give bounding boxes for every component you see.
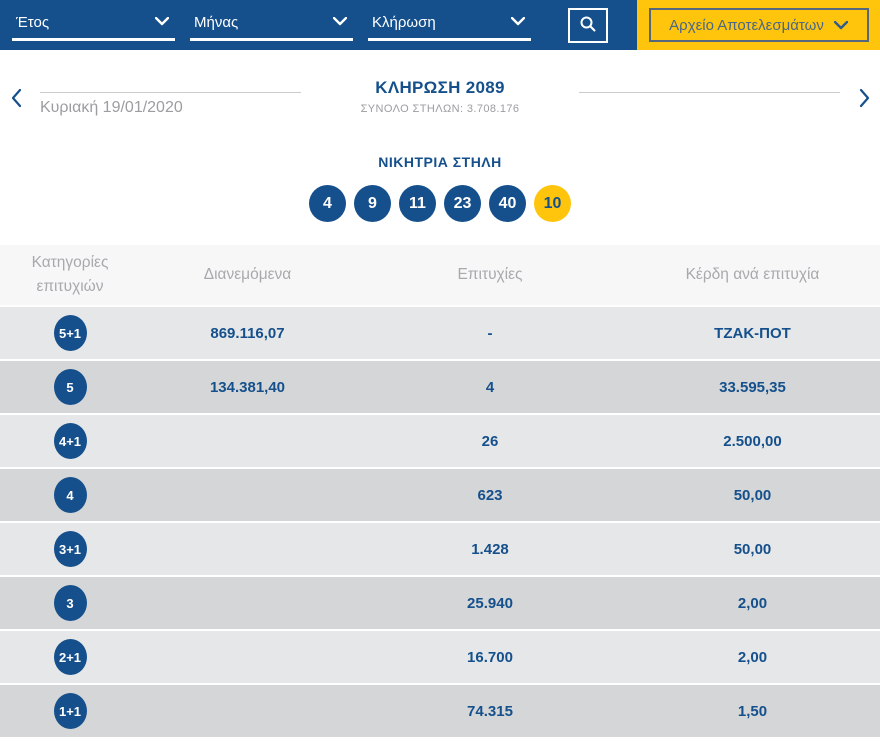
category-badge: 3 [54, 585, 87, 621]
archive-results-label: Αρχείο Αποτελεσμάτων [669, 17, 824, 34]
draw-navigation: Κυριακή 19/01/2020 ΚΛΗΡΩΣΗ 2089 ΣΥΝΟΛΟ Σ… [0, 50, 880, 130]
col-header-distributed: Διανεμόμενα [140, 263, 355, 287]
table-body: 5+1 869.116,07 - ΤΖΑΚ-ΠΟΤ 5 134.381,40 4… [0, 307, 880, 737]
category-cell: 4+1 [0, 423, 140, 459]
chevron-down-icon [155, 13, 169, 31]
winning-number-ball: 9 [354, 185, 391, 222]
prev-draw-area[interactable]: Κυριακή 19/01/2020 [26, 76, 315, 130]
category-cell: 5+1 [0, 315, 140, 351]
winning-column-title: ΝΙΚΗΤΡΙΑ ΣΤΗΛΗ [0, 154, 880, 170]
month-dropdown-label: Μήνας [194, 14, 238, 31]
category-cell: 2+1 [0, 639, 140, 675]
category-badge: 2+1 [54, 639, 87, 675]
topbar-filters: Έτος Μήνας Κλήρωση [0, 0, 637, 50]
category-cell: 5 [0, 369, 140, 405]
draw-dropdown[interactable]: Κλήρωση [368, 8, 531, 41]
col-header-categories: Κατηγορίες επιτυχιών [0, 251, 140, 299]
prize-cell: 2,00 [625, 595, 880, 612]
winners-cell: 1.428 [355, 541, 625, 558]
winners-cell: 25.940 [355, 595, 625, 612]
winners-cell: 16.700 [355, 649, 625, 666]
search-button[interactable] [568, 8, 608, 43]
winning-number-ball: 4 [309, 185, 346, 222]
archive-results-button[interactable]: Αρχείο Αποτελεσμάτων [649, 8, 869, 42]
col-header-winners: Επιτυχίες [355, 263, 625, 287]
winners-cell: 74.315 [355, 703, 625, 720]
distributed-cell: 134.381,40 [140, 379, 355, 396]
next-draw-area[interactable] [565, 76, 854, 130]
prev-draw-chevron-icon[interactable] [6, 76, 26, 130]
category-badge: 5 [54, 369, 87, 405]
winning-numbers: 4911234010 [0, 185, 880, 222]
divider-line [579, 92, 840, 93]
prize-cell: 50,00 [625, 487, 880, 504]
category-badge: 5+1 [54, 315, 87, 351]
divider-line [40, 92, 301, 93]
draw-header: ΚΛΗΡΩΣΗ 2089 ΣΥΝΟΛΟ ΣΤΗΛΩΝ: 3.708.176 [315, 76, 565, 130]
draw-title: ΚΛΗΡΩΣΗ 2089 [315, 78, 565, 98]
table-row: 1+1 74.315 1,50 [0, 685, 880, 737]
winners-cell: 623 [355, 487, 625, 504]
prize-cell: 2.500,00 [625, 433, 880, 450]
winning-number-ball: 40 [489, 185, 526, 222]
topbar: Έτος Μήνας Κλήρωση Αρχείο Αποτελεσμάτων [0, 0, 880, 50]
category-cell: 3+1 [0, 531, 140, 567]
prize-cell: 1,50 [625, 703, 880, 720]
winning-number-ball: 11 [399, 185, 436, 222]
bonus-number-ball: 10 [534, 185, 571, 222]
year-dropdown-label: Έτος [16, 14, 49, 31]
archive-section: Αρχείο Αποτελεσμάτων [637, 0, 880, 50]
chevron-down-icon [511, 13, 525, 31]
category-cell: 3 [0, 585, 140, 621]
results-table: Κατηγορίες επιτυχιών Διανεμόμενα Επιτυχί… [0, 245, 880, 737]
category-badge: 3+1 [54, 531, 87, 567]
chevron-down-icon [834, 17, 848, 34]
table-row: 4 623 50,00 [0, 469, 880, 521]
table-row: 3+1 1.428 50,00 [0, 523, 880, 575]
search-icon [579, 15, 597, 36]
table-row: 3 25.940 2,00 [0, 577, 880, 629]
prize-cell: 33.595,35 [625, 379, 880, 396]
table-row: 5+1 869.116,07 - ΤΖΑΚ-ΠΟΤ [0, 307, 880, 359]
category-badge: 4+1 [54, 423, 87, 459]
category-badge: 4 [54, 477, 87, 513]
table-header-row: Κατηγορίες επιτυχιών Διανεμόμενα Επιτυχί… [0, 245, 880, 305]
distributed-cell: 869.116,07 [140, 325, 355, 342]
winning-number-ball: 23 [444, 185, 481, 222]
chevron-down-icon [333, 13, 347, 31]
category-badge: 1+1 [54, 693, 87, 729]
draw-date: Κυριακή 19/01/2020 [40, 99, 301, 117]
category-cell: 4 [0, 477, 140, 513]
winners-cell: - [355, 325, 625, 342]
month-dropdown[interactable]: Μήνας [190, 8, 353, 41]
table-row: 4+1 26 2.500,00 [0, 415, 880, 467]
category-cell: 1+1 [0, 693, 140, 729]
col-header-prize: Κέρδη ανά επιτυχία [625, 263, 880, 287]
table-row: 5 134.381,40 4 33.595,35 [0, 361, 880, 413]
prize-cell: 2,00 [625, 649, 880, 666]
winners-cell: 4 [355, 379, 625, 396]
prize-cell: 50,00 [625, 541, 880, 558]
next-draw-chevron-icon[interactable] [854, 76, 874, 130]
year-dropdown[interactable]: Έτος [12, 8, 175, 41]
prize-cell: ΤΖΑΚ-ΠΟΤ [625, 325, 880, 342]
draw-dropdown-label: Κλήρωση [372, 14, 436, 31]
draw-total-columns: ΣΥΝΟΛΟ ΣΤΗΛΩΝ: 3.708.176 [315, 103, 565, 115]
winning-column-section: ΝΙΚΗΤΡΙΑ ΣΤΗΛΗ 4911234010 [0, 130, 880, 222]
winners-cell: 26 [355, 433, 625, 450]
table-row: 2+1 16.700 2,00 [0, 631, 880, 683]
